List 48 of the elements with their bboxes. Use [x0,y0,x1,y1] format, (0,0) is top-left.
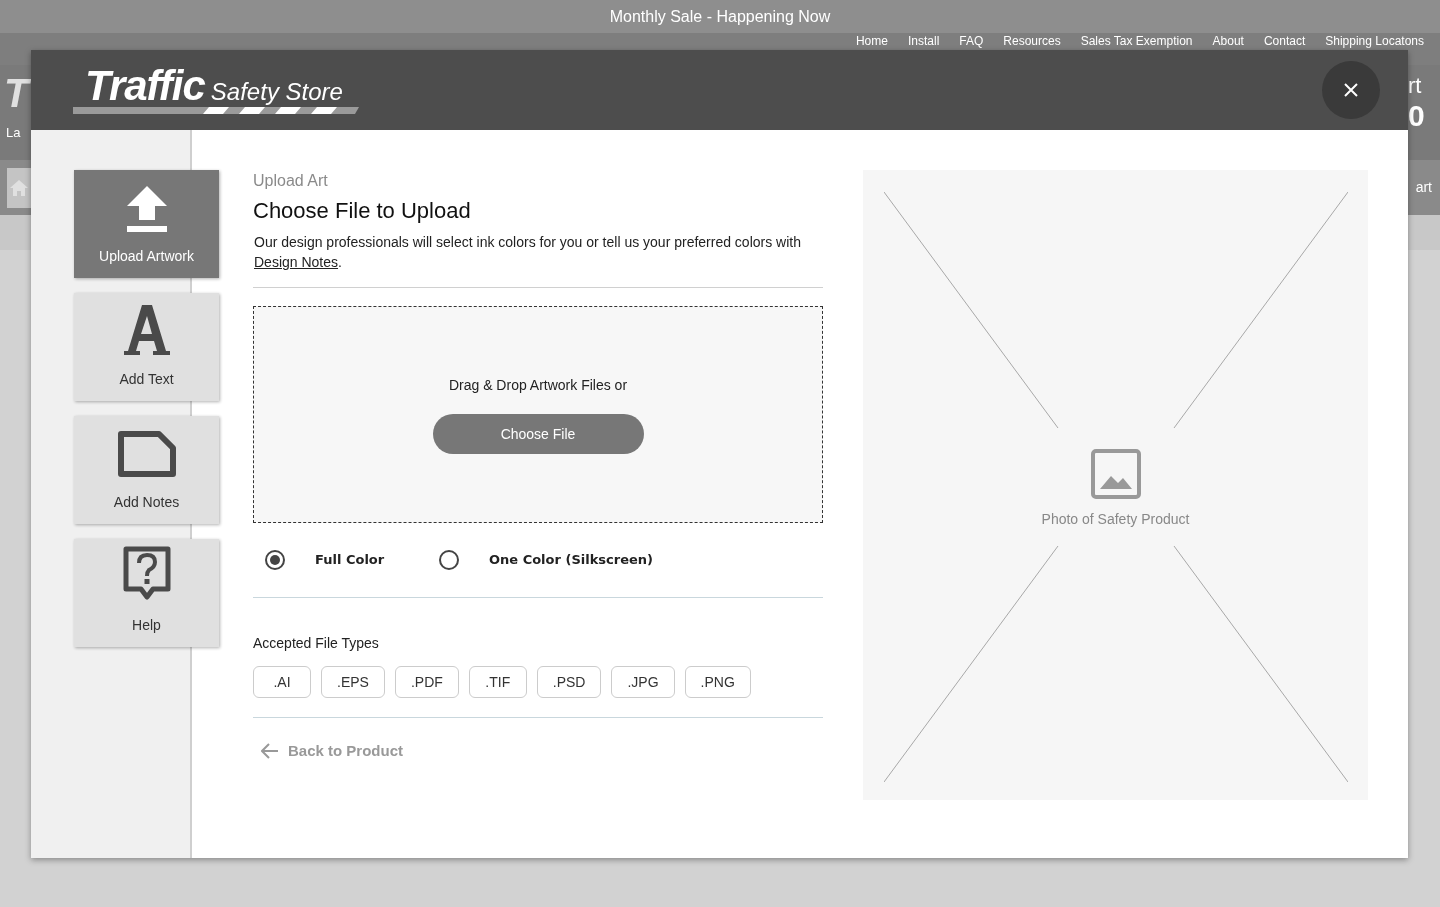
nav-link[interactable]: About [1212,34,1244,48]
radio-button[interactable] [265,550,285,570]
radio-button[interactable] [439,550,459,570]
sidebar-tab[interactable]: Help [74,539,219,647]
logo: Traffic Safety Store [73,62,359,118]
file-type-tag: .PNG [684,666,751,698]
radio-label: One Color (Silkscreen) [489,551,653,570]
upload-icon [126,186,167,232]
file-type-tag: .PDF [394,666,459,698]
file-type-tag: .TIF [468,666,527,698]
image-icon [1090,448,1141,499]
cart-count: 0 [1408,99,1425,133]
nav-link[interactable]: Home [855,34,888,48]
letter-a-icon [123,305,170,355]
section-label: Upload Art [253,171,329,191]
close-icon [1344,83,1358,97]
arrow-left-icon [261,743,279,760]
nav-link[interactable]: Install [907,34,940,48]
radio-label: Full Color [315,551,385,570]
help-icon [121,545,172,601]
description-text: Our design professionals will select ink colors for you or tell us your preferred colors with Design Notes. [253,233,801,272]
sidebar-tab[interactable]: Add Text [74,293,219,401]
home-button[interactable] [7,167,31,208]
note-icon [116,430,177,478]
file-type-tag: .PSD [536,666,602,698]
sidebar-tab[interactable]: Upload Artwork [74,170,219,278]
drop-zone[interactable]: Drag & Drop Artwork Files or Choose File [253,306,823,523]
nav-link[interactable]: Resources [1003,34,1061,48]
photo-caption: Photo of Safety Product [1041,509,1190,529]
cart-label: rt [1408,73,1422,99]
choose-file-button[interactable]: Choose File [432,414,644,454]
banner-text: Monthly Sale - Happening Now [609,6,831,27]
nav-link[interactable]: Shipping Locatons [1325,34,1424,48]
dialog-title: Choose File to Upload [253,198,472,224]
file-types-label: Accepted File Types [253,634,380,652]
back-link[interactable]: Back to Product [261,740,404,763]
file-type-tag: .EPS [321,666,385,698]
home-icon [10,179,28,196]
nav-link[interactable]: Sales Tax Exemption [1080,34,1193,48]
cart-button-text: art [1415,178,1432,197]
logo-fragment: T [4,71,31,115]
file-type-tag: .AI [253,666,311,698]
drop-prompt: Drag & Drop Artwork Files or [448,376,628,394]
file-type-tag: .JPG [611,666,675,698]
tagline-fragment: La [5,124,21,142]
sidebar-tab[interactable]: Add Notes [74,416,219,524]
nav-link[interactable]: Contact [1263,34,1306,48]
nav-link[interactable]: FAQ [959,34,984,48]
